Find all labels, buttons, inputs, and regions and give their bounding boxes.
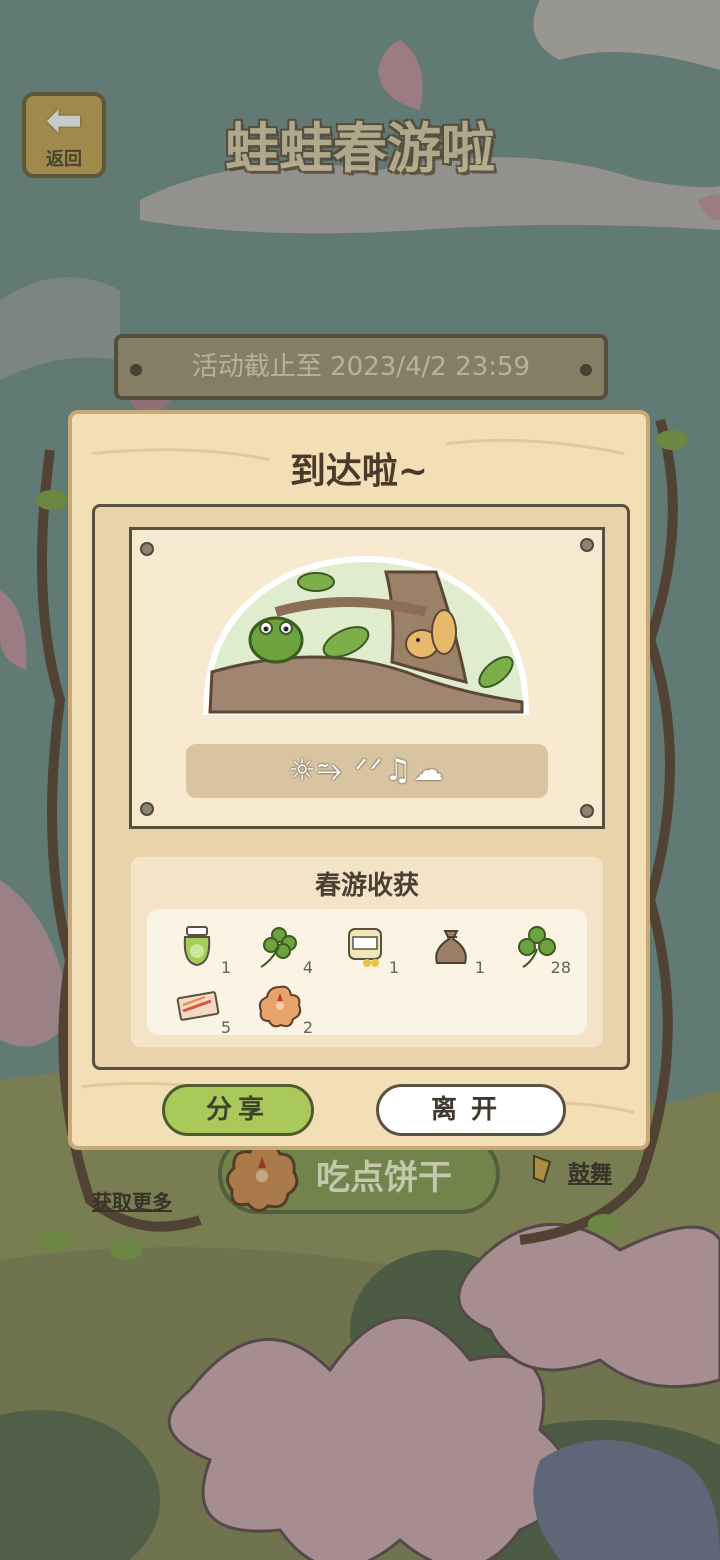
harvest-item[interactable]: 1 <box>157 915 237 977</box>
jar-icon <box>183 926 211 967</box>
harvest-item[interactable]: 28 <box>497 915 577 977</box>
item-count: 5 <box>220 1018 231 1037</box>
game-screen: ⬅ 返回 蛙蛙春游啦 活动截止至 2023/4/2 23:59 吃点饼干 获取更… <box>0 0 720 1560</box>
item-count: 1 <box>474 958 485 977</box>
modal-title: 到达啦~ <box>289 451 429 492</box>
item-count: 1 <box>388 958 399 977</box>
sack-icon <box>435 930 467 964</box>
cookie-icon <box>258 985 302 1028</box>
harvest-item[interactable]: 1 <box>411 915 491 977</box>
harvest-title: 春游收获 <box>314 871 419 901</box>
pin-icon <box>580 538 594 552</box>
pin-icon <box>140 542 154 556</box>
postcard-board: ☼⥲ ᐟᐟ♫☁ <box>129 527 605 829</box>
travel-message-bar: ☼⥲ ᐟᐟ♫☁ <box>186 744 548 798</box>
harvest-item[interactable]: 5 <box>157 975 237 1037</box>
harvest-item[interactable]: 2 <box>239 975 319 1037</box>
frog-tree-scene-image <box>202 556 530 715</box>
item-count: 2 <box>302 1018 313 1037</box>
candy-can-icon <box>348 928 382 967</box>
harvest-item[interactable]: 4 <box>239 915 319 977</box>
harvest-section: 春游收获 1 4 1 1 28 5 2 <box>131 857 603 1047</box>
share-button[interactable]: 分享 <box>162 1084 314 1136</box>
pin-icon <box>580 804 594 818</box>
modal-inner-panel: ☼⥲ ᐟᐟ♫☁ 春游收获 1 4 1 1 28 5 2 <box>92 504 630 1070</box>
leave-button[interactable]: 离开 <box>376 1084 566 1136</box>
arrival-modal: 到达啦~ ☼⥲ ᐟᐟ♫☁ 春游收获 1 4 1 1 28 5 2 分享 离开 <box>68 410 650 1150</box>
harvest-item[interactable]: 1 <box>325 915 405 977</box>
harvest-items: 1 4 1 1 28 5 2 <box>147 909 587 1037</box>
pin-icon <box>140 802 154 816</box>
item-count: 28 <box>550 958 571 977</box>
four-leaf-clover-icon <box>260 927 297 968</box>
ticket-icon <box>176 991 220 1021</box>
